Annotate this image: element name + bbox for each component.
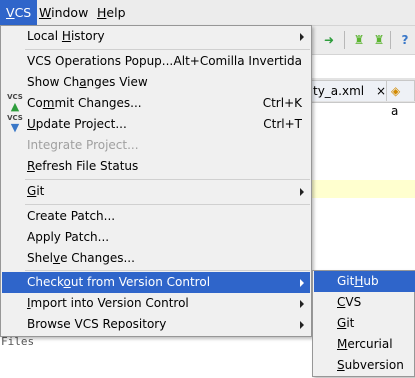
close-icon[interactable]: × (376, 84, 386, 98)
menu-item-vcs-operations-popup[interactable]: VCS Operations Popup... Alt+Comilla Inve… (2, 51, 310, 72)
menubar-window[interactable]: Window (33, 0, 94, 25)
menu-item-browse-vcs-repository[interactable]: Browse VCS Repository (2, 314, 310, 335)
menu-item-integrate-project: Integrate Project... (27, 138, 139, 152)
submenu-item-git[interactable]: Git (314, 313, 415, 334)
menubar-vcs[interactable]: VCS (0, 0, 38, 25)
arrow-right-icon[interactable]: ➜ (320, 31, 338, 49)
editor-tabs: ty_a.xml × ◈ a (308, 78, 415, 118)
submenu-arrow-icon (300, 321, 304, 329)
menu-separator (25, 179, 310, 180)
ide-toolbar: ➜ ♜ ♜ ? (308, 26, 415, 55)
vcs-menu: Local History VCS Operations Popup... Al… (0, 25, 312, 337)
menu-separator (25, 270, 310, 271)
submenu-item-cvs[interactable]: CVS (314, 292, 415, 313)
toolbar-separator (344, 31, 345, 49)
android-run-icon[interactable]: ♜ (350, 31, 368, 49)
menu-item-refresh-file-status[interactable]: Refresh File Status (2, 156, 310, 177)
menu-item-commit-changes[interactable]: VCS ▲ Commit Changes... Ctrl+K (2, 93, 310, 114)
shortcut-label: Ctrl+K (262, 96, 302, 110)
tab-label: a (391, 104, 399, 118)
shortcut-label: Alt+Comilla Invertida (173, 54, 302, 68)
menu-item-create-patch[interactable]: Create Patch... (2, 206, 310, 227)
submenu-arrow-icon (300, 300, 304, 308)
menu-separator (25, 204, 310, 205)
menu-item-local-history[interactable]: Local History (2, 26, 310, 47)
editor-tab-xml[interactable]: ty_a.xml × (308, 80, 391, 101)
submenu-item-github[interactable]: GitHub (314, 271, 415, 292)
submenu-arrow-icon (300, 279, 304, 287)
menu-item-import-into-version-control[interactable]: Import into Version Control (2, 293, 310, 314)
submenu-arrow-icon (300, 33, 304, 41)
shortcut-label: Ctrl+T (263, 117, 302, 131)
menu-bar: VCS Window Help (0, 0, 415, 26)
help-icon[interactable]: ? (396, 31, 414, 49)
menu-item-git[interactable]: Git (2, 181, 310, 202)
editor-tab-2[interactable]: ◈ a (386, 80, 415, 118)
checkout-submenu: GitHub CVS Git Mercurial Subversion (312, 270, 415, 377)
menubar-help[interactable]: Help (91, 0, 132, 25)
submenu-item-subversion[interactable]: Subversion (314, 355, 415, 376)
submenu-item-mercurial[interactable]: Mercurial (314, 334, 415, 355)
tab-label: ty_a.xml (313, 84, 365, 98)
editor-current-line (308, 180, 415, 198)
menu-item-checkout-from-version-control[interactable]: Checkout from Version Control (2, 272, 310, 293)
menu-item-update-project[interactable]: VCS ▼ Update Project... Ctrl+T (2, 114, 310, 135)
submenu-arrow-icon (300, 188, 304, 196)
vcs-commit-icon: VCS ▲ (7, 93, 23, 113)
xml-file-icon: ◈ (391, 84, 401, 98)
menu-item-shelve-changes[interactable]: Shelve Changes... (2, 248, 310, 269)
android-debug-icon[interactable]: ♜ (370, 31, 388, 49)
menu-separator (25, 49, 310, 50)
toolbar-separator (390, 31, 391, 49)
menu-item-show-changes-view[interactable]: Show Changes View (2, 72, 310, 93)
menu-item-apply-patch[interactable]: Apply Patch... (2, 227, 310, 248)
vcs-update-icon: VCS ▼ (7, 114, 23, 134)
